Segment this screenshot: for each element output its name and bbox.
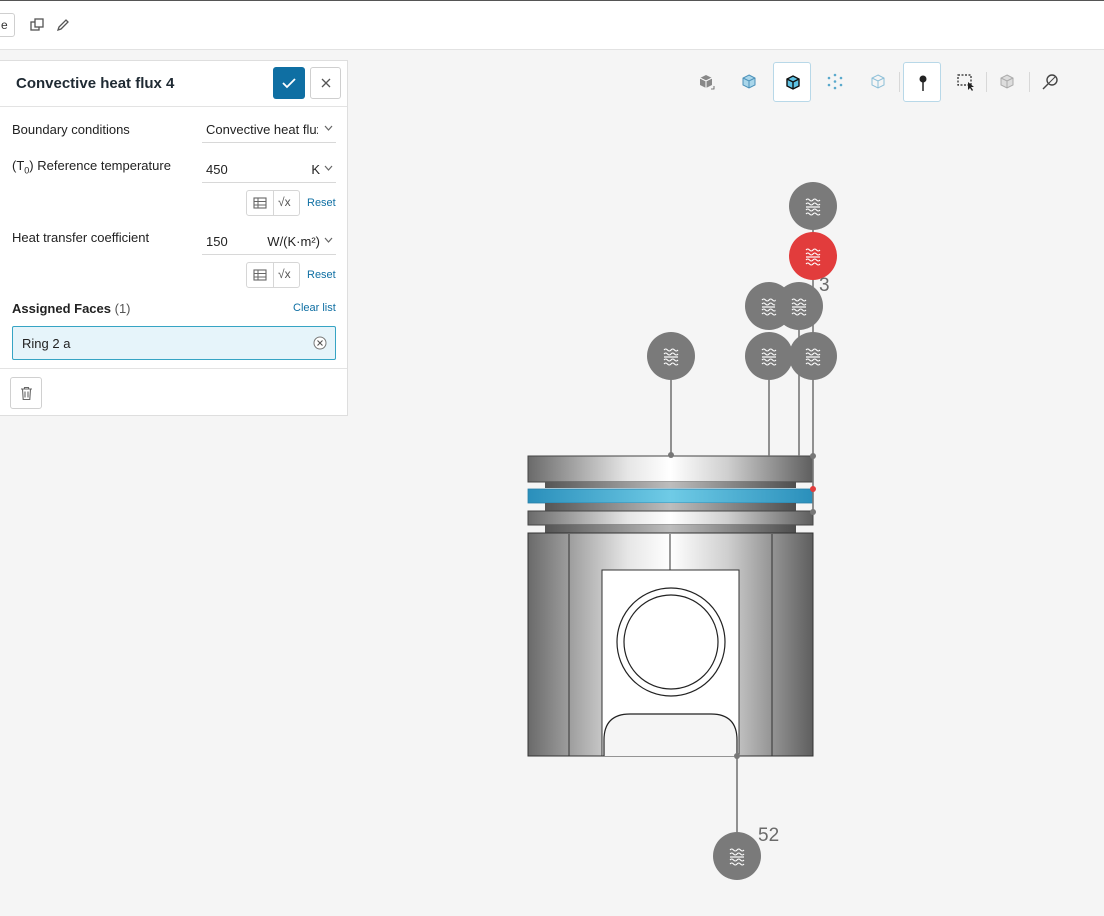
ring-2a-selected[interactable] xyxy=(527,488,814,504)
ring-3[interactable] xyxy=(527,510,814,526)
ring-groove-1 xyxy=(545,482,796,488)
pin-bore-inner xyxy=(623,594,719,690)
heat-flux-pin[interactable] xyxy=(775,282,823,330)
heat-flux-pin[interactable] xyxy=(745,332,793,380)
heat-flux-pin[interactable] xyxy=(713,832,761,880)
skirt-cutout xyxy=(603,713,738,756)
heat-flux-pin[interactable] xyxy=(647,332,695,380)
heat-flux-pin[interactable] xyxy=(789,182,837,230)
selected-pin-anchor xyxy=(810,486,816,492)
ring-groove-2 xyxy=(545,503,796,511)
piston-crown[interactable] xyxy=(527,455,814,483)
viewport-canvas[interactable]: 3 52 xyxy=(0,0,1104,916)
heat-flux-pin-selected[interactable] xyxy=(789,232,837,280)
piston-model[interactable] xyxy=(527,455,814,757)
pin-count-label: 52 xyxy=(758,825,779,846)
ring-groove-3 xyxy=(545,525,796,533)
pin-cluster-count: 3 xyxy=(819,275,830,296)
heat-flux-pin[interactable] xyxy=(789,332,837,380)
